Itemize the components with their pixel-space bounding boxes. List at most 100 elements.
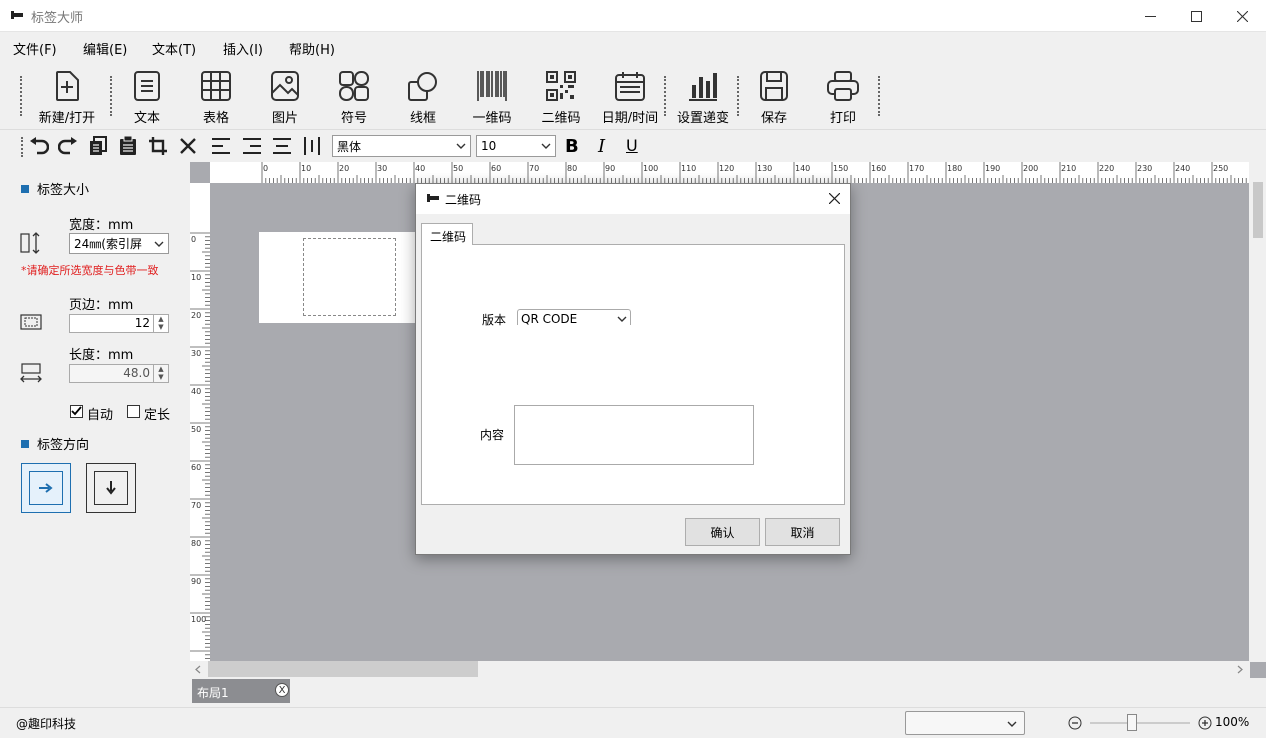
qrcode-icon — [546, 71, 576, 101]
layout-tab[interactable]: 布局1 X — [192, 679, 290, 703]
ruler-label: 220 — [1099, 164, 1114, 173]
menu-file[interactable]: 文件(F) — [13, 39, 57, 58]
minimize-button[interactable] — [1127, 0, 1173, 32]
zoom-in-icon[interactable] — [1198, 716, 1212, 730]
margin-label: 页边：mm — [69, 298, 134, 313]
align-center-button[interactable] — [270, 135, 294, 157]
chevron-down-icon — [456, 143, 466, 149]
length-input[interactable]: 48.0 ▲ ▼ — [69, 364, 169, 383]
cancel-button[interactable]: 取消 — [765, 518, 840, 546]
image-tool-button[interactable]: 图片 — [251, 67, 319, 127]
text-tool-label: 文本 — [133, 111, 160, 126]
vertical-scrollbar[interactable] — [1249, 162, 1266, 662]
font-size-select[interactable]: 10 — [476, 135, 556, 157]
symbol-tool-button[interactable]: 符号 — [320, 67, 388, 127]
qrcode-tool-button[interactable]: 二维码 — [527, 67, 595, 127]
save-label: 保存 — [760, 111, 787, 126]
content-textarea[interactable] — [514, 405, 754, 465]
horizontal-scroll-thumb[interactable] — [208, 661, 478, 677]
maximize-button[interactable] — [1173, 0, 1219, 32]
copy-icon — [90, 136, 107, 155]
barcode-tool-button[interactable]: 一维码 — [458, 67, 526, 127]
redo-icon — [58, 137, 77, 155]
increment-tool-button[interactable]: 设置递变 — [669, 67, 737, 127]
new-open-button[interactable]: 新建/打开 — [33, 67, 101, 127]
status-bar: @趣印科技 100% — [0, 707, 1266, 738]
ruler-label: 90 — [191, 577, 201, 586]
align-right-button[interactable] — [240, 135, 264, 157]
version-select[interactable]: QR CODE — [517, 309, 631, 325]
window-title: 标签大师 — [31, 11, 84, 26]
length-icon — [20, 363, 42, 383]
properties-panel: 标签大小 宽度：mm 24㎜(索引屏 *请确定所选宽度与色带一致 页边：mm 1… — [0, 162, 190, 707]
barcode-tool-label: 一维码 — [472, 111, 512, 126]
menu-insert[interactable]: 插入(I) — [223, 39, 263, 58]
dialog-title: 二维码 — [445, 193, 482, 207]
label-size-section: 标签大小 — [21, 179, 89, 198]
layout-tab-label: 布局1 — [197, 686, 229, 700]
frame-tool-label: 线框 — [409, 111, 436, 126]
length-spinner[interactable]: ▲ ▼ — [153, 365, 168, 382]
frame-tool-button[interactable]: 线框 — [389, 67, 457, 127]
paste-button[interactable] — [116, 135, 140, 157]
arrow-right-icon — [39, 483, 53, 493]
italic-button[interactable]: I — [598, 136, 605, 157]
zoom-slider-thumb[interactable] — [1127, 714, 1137, 731]
menu-text[interactable]: 文本(T) — [152, 39, 196, 58]
menu-edit[interactable]: 编辑(E) — [83, 39, 127, 58]
font-family-value: 黑体 — [337, 139, 362, 154]
redo-button[interactable] — [56, 135, 80, 157]
horizontal-ruler-ticks: 0 10 20 30 40 50 60 70 80 90 100 110 120 130 140 150 160… — [261, 162, 1250, 183]
version-label: 版本 — [482, 313, 507, 327]
layout-tab-close-button[interactable]: X — [275, 683, 289, 697]
direction-vertical-button[interactable] — [86, 463, 136, 513]
horizontal-scrollbar[interactable] — [190, 661, 1250, 678]
menu-help[interactable]: 帮助(H) — [289, 39, 335, 58]
vertical-scroll-thumb[interactable] — [1253, 182, 1263, 238]
length-label: 长度：mm — [69, 348, 134, 363]
qrcode-tool-label: 二维码 — [541, 111, 581, 126]
tab-qrcode[interactable]: 二维码 — [421, 223, 473, 245]
ok-button[interactable]: 确认 — [685, 518, 760, 546]
auto-checkbox[interactable] — [70, 405, 83, 418]
symbol-tool-label: 符号 — [340, 111, 367, 126]
ruler-label: 100 — [643, 164, 658, 173]
print-button[interactable]: 打印 — [809, 67, 877, 127]
underline-button[interactable]: U — [626, 136, 638, 155]
new-file-icon — [56, 71, 79, 101]
margin-input[interactable]: 12 ▲ ▼ — [69, 314, 169, 333]
table-tool-button[interactable]: 表格 — [182, 67, 250, 127]
scroll-left-icon[interactable] — [195, 665, 201, 674]
ruler-label: 20 — [191, 311, 201, 320]
copy-button[interactable] — [86, 135, 110, 157]
zoom-slider-track[interactable] — [1090, 722, 1190, 724]
label-paper[interactable] — [259, 232, 419, 323]
crop-button[interactable] — [146, 135, 170, 157]
margin-spinner[interactable]: ▲ ▼ — [153, 315, 168, 332]
text-tool-button[interactable]: 文本 — [113, 67, 181, 127]
increment-tool-label: 设置递变 — [676, 111, 729, 126]
label-width-select[interactable]: 24㎜(索引屏 — [69, 233, 169, 254]
scroll-right-icon[interactable] — [1237, 665, 1243, 674]
fixed-length-checkbox[interactable] — [127, 405, 140, 418]
zoom-out-icon[interactable] — [1068, 716, 1082, 730]
save-button[interactable]: 保存 — [740, 67, 808, 127]
ruler-label: 230 — [1137, 164, 1152, 173]
menu-bar: 文件(F) 编辑(E) 文本(T) 插入(I) 帮助(H) — [0, 33, 1266, 61]
align-left-icon — [212, 138, 230, 154]
undo-button[interactable] — [27, 135, 51, 157]
close-icon[interactable] — [829, 193, 840, 204]
delete-button[interactable] — [176, 135, 200, 157]
layout-select[interactable] — [905, 711, 1025, 735]
direction-horizontal-button[interactable] — [21, 463, 71, 513]
ruler-label: 150 — [833, 164, 848, 173]
ruler-label: 30 — [377, 164, 387, 173]
datetime-tool-button[interactable]: 日期/时间 — [596, 67, 664, 127]
ruler-label: 50 — [191, 425, 201, 434]
align-left-button[interactable] — [209, 135, 233, 157]
distribute-button[interactable] — [300, 135, 324, 157]
save-icon — [760, 71, 788, 101]
close-button[interactable] — [1219, 0, 1265, 32]
font-family-select[interactable]: 黑体 — [332, 135, 471, 157]
bold-button[interactable]: B — [565, 136, 579, 157]
